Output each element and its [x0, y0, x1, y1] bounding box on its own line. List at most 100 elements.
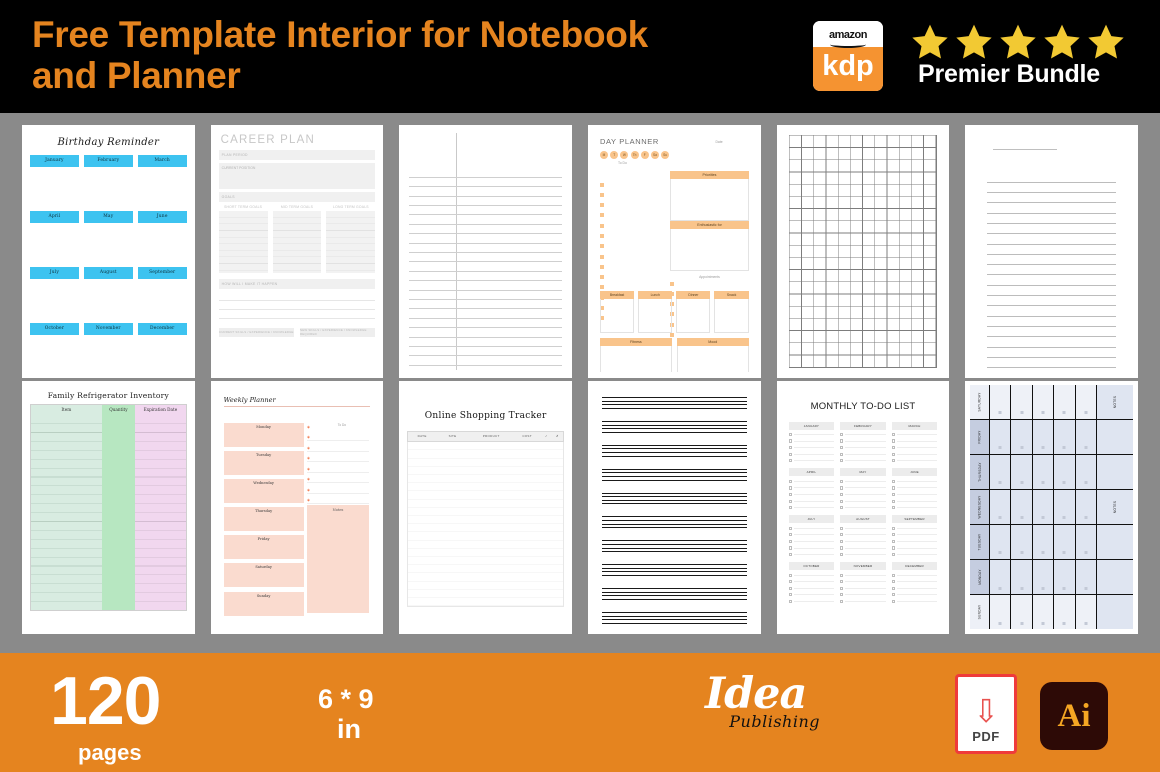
todo-checkbox[interactable]: [840, 593, 844, 597]
todo-checkbox[interactable]: [788, 593, 792, 597]
grid-cell[interactable]: [1011, 454, 1033, 489]
todo-checkbox[interactable]: [840, 486, 844, 490]
grid-cell[interactable]: [1032, 454, 1055, 489]
todo-checkbox[interactable]: [891, 492, 895, 497]
day-badge[interactable]: Sa: [650, 150, 659, 159]
todo-checkbox[interactable]: [840, 526, 844, 530]
grid-cell[interactable]: [989, 454, 1012, 489]
grid-cell[interactable]: [1075, 560, 1098, 595]
day-badge[interactable]: T: [610, 150, 619, 159]
todo-checkbox[interactable]: [788, 573, 792, 577]
todo-checkbox[interactable]: [840, 580, 844, 584]
grid-cell[interactable]: [1011, 595, 1033, 630]
todo-checkbox[interactable]: [600, 264, 604, 269]
todo-checkbox[interactable]: [891, 552, 895, 557]
thumbnail-weekly-grid-rotated[interactable]: SATURDAY NOTES FRIDAY THURSDAY WEDNESDAY NOTE…: [957, 379, 1146, 635]
day-badge[interactable]: M: [600, 150, 608, 159]
grid-cell[interactable]: [1054, 419, 1076, 454]
grid-cell[interactable]: [1054, 525, 1076, 560]
todo-checkbox[interactable]: [788, 492, 792, 497]
todo-checkbox[interactable]: [600, 182, 604, 187]
grid-cell[interactable]: [1011, 525, 1033, 560]
thumbnail-handwriting-practice[interactable]: [580, 379, 769, 635]
todo-checkbox[interactable]: [788, 533, 792, 537]
grid-cell[interactable]: [1075, 595, 1098, 630]
todo-checkbox[interactable]: [600, 192, 604, 197]
thumbnail-monthly-todo-list[interactable]: MONTHLY TO-DO LIST JANUARY FEBRUARY MARCH A…: [769, 379, 958, 635]
todo-checkbox[interactable]: [891, 586, 895, 590]
grid-cell[interactable]: [1054, 454, 1076, 489]
todo-checkbox[interactable]: [891, 446, 895, 450]
grid-cell[interactable]: [1032, 595, 1055, 630]
appointment-checkbox[interactable]: [670, 332, 675, 337]
grid-cell[interactable]: [1011, 419, 1033, 454]
todo-checkbox[interactable]: [600, 233, 604, 238]
todo-checkbox[interactable]: [600, 285, 604, 290]
grid-cell[interactable]: [1032, 419, 1055, 454]
todo-checkbox[interactable]: [840, 533, 844, 537]
todo-checkbox[interactable]: [891, 486, 895, 490]
grid-cell[interactable]: [1054, 595, 1076, 630]
todo-checkbox[interactable]: [788, 446, 792, 450]
todo-checkbox[interactable]: [788, 539, 792, 544]
todo-checkbox[interactable]: [891, 499, 895, 503]
thumbnail-cornell-notes[interactable]: [391, 123, 580, 379]
todo-checkbox[interactable]: [600, 223, 604, 228]
todo-checkbox[interactable]: [788, 486, 792, 490]
grid-cell[interactable]: [989, 595, 1012, 630]
todo-checkbox[interactable]: [600, 244, 604, 249]
day-badge[interactable]: Th: [630, 150, 639, 159]
grid-cell[interactable]: [1011, 384, 1033, 419]
todo-checkbox[interactable]: [891, 506, 895, 510]
todo-checkbox[interactable]: [788, 506, 792, 510]
grid-cell[interactable]: [1075, 525, 1098, 560]
thumbnail-graph-paper[interactable]: [769, 123, 958, 379]
thumbnail-day-planner[interactable]: DAY PLANNER Date M T W Th F Sa Su To Do …: [580, 123, 769, 379]
todo-checkbox[interactable]: [891, 599, 895, 604]
todo-checkbox[interactable]: [891, 546, 895, 550]
thumbnail-weekly-planner[interactable]: Weekly Planner Monday Tuesday Wednesday …: [203, 379, 392, 635]
todo-checkbox[interactable]: [840, 599, 844, 604]
appointment-checkbox[interactable]: [670, 281, 675, 286]
grid-cell[interactable]: [1032, 560, 1055, 595]
todo-checkbox[interactable]: [600, 213, 604, 218]
todo-checkbox[interactable]: [840, 506, 844, 510]
todo-checkbox[interactable]: [840, 552, 844, 557]
grid-cell[interactable]: [1032, 525, 1055, 560]
grid-cell[interactable]: [1011, 489, 1033, 525]
grid-cell[interactable]: [1054, 489, 1076, 525]
grid-cell[interactable]: [1075, 419, 1098, 454]
todo-checkbox[interactable]: [840, 546, 844, 550]
todo-checkbox[interactable]: [600, 254, 604, 259]
grid-cell[interactable]: [1075, 384, 1098, 419]
todo-checkbox[interactable]: [788, 479, 792, 483]
todo-checkbox[interactable]: [788, 459, 792, 463]
day-badge[interactable]: Su: [661, 150, 670, 159]
todo-checkbox[interactable]: [891, 539, 895, 544]
todo-checkbox[interactable]: [891, 452, 895, 456]
grid-cell[interactable]: [1032, 384, 1055, 419]
todo-checkbox[interactable]: [840, 479, 844, 483]
todo-checkbox[interactable]: [840, 439, 844, 443]
grid-cell[interactable]: [1011, 560, 1033, 595]
todo-checkbox[interactable]: [840, 539, 844, 544]
todo-checkbox[interactable]: [840, 459, 844, 463]
todo-checkbox[interactable]: [788, 432, 792, 437]
todo-checkbox[interactable]: [840, 446, 844, 450]
grid-cell[interactable]: [1054, 560, 1076, 595]
todo-checkbox[interactable]: [788, 580, 792, 584]
todo-checkbox[interactable]: [840, 452, 844, 456]
todo-checkbox[interactable]: [788, 599, 792, 604]
grid-cell[interactable]: [989, 489, 1012, 525]
grid-cell[interactable]: [1054, 384, 1076, 419]
todo-checkbox[interactable]: [891, 432, 895, 437]
todo-checkbox[interactable]: [891, 573, 895, 577]
grid-cell[interactable]: [1075, 454, 1098, 489]
todo-checkbox[interactable]: [891, 526, 895, 530]
todo-checkbox[interactable]: [788, 546, 792, 550]
todo-checkbox[interactable]: [840, 432, 844, 437]
thumbnail-career-plan[interactable]: CAREER PLAN PLAN PERIOD CURRENT POSITION…: [203, 123, 392, 379]
todo-checkbox[interactable]: [891, 593, 895, 597]
grid-cell[interactable]: [989, 419, 1012, 454]
thumbnail-birthday-reminder[interactable]: Birthday Reminder January February March…: [14, 123, 203, 379]
